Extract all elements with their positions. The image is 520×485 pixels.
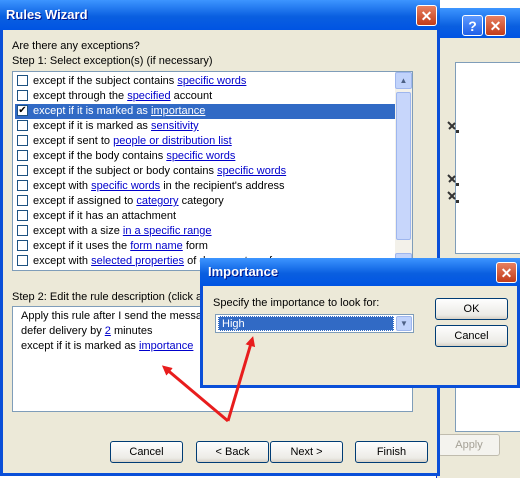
annotation-arrows (161, 336, 256, 423)
arrow-to-importance-select (226, 336, 256, 422)
arrow-to-importance-link (161, 365, 229, 423)
